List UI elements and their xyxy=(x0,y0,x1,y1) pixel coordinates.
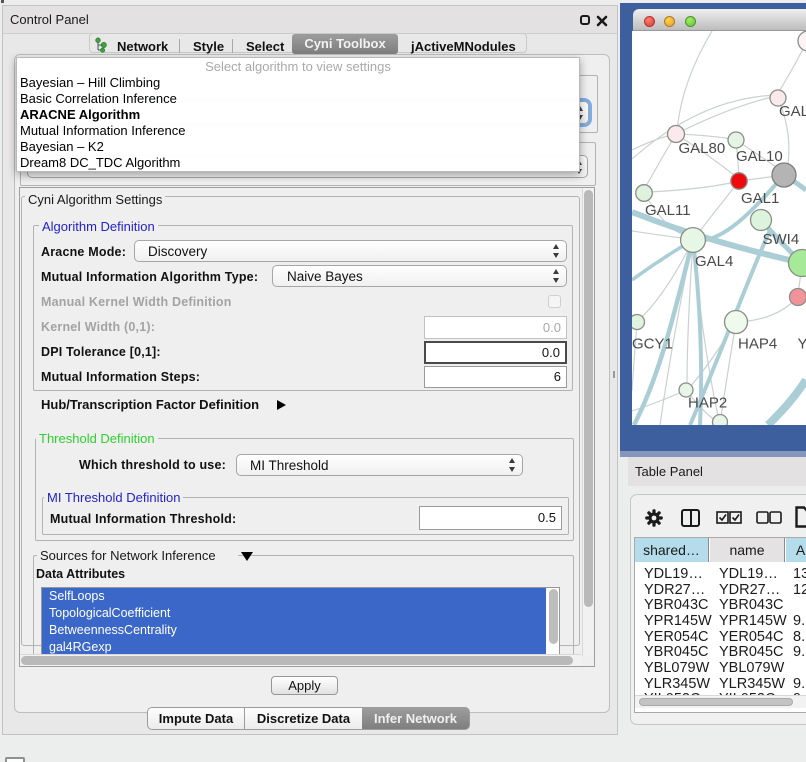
svg-text:HAP4: HAP4 xyxy=(738,336,777,353)
svg-text:GAL7: GAL7 xyxy=(779,103,806,120)
svg-text:GCY1: GCY1 xyxy=(632,336,673,353)
svg-text:HAP2: HAP2 xyxy=(688,395,727,412)
svg-text:GAL80: GAL80 xyxy=(679,140,726,157)
svg-text:Y: Y xyxy=(798,336,806,353)
svg-text:GAL1: GAL1 xyxy=(741,190,779,207)
svg-text:GAL10: GAL10 xyxy=(736,148,783,165)
svg-text:SWI4: SWI4 xyxy=(763,231,800,248)
svg-text:GAL11: GAL11 xyxy=(645,202,691,219)
svg-text:GAL4: GAL4 xyxy=(695,253,733,270)
